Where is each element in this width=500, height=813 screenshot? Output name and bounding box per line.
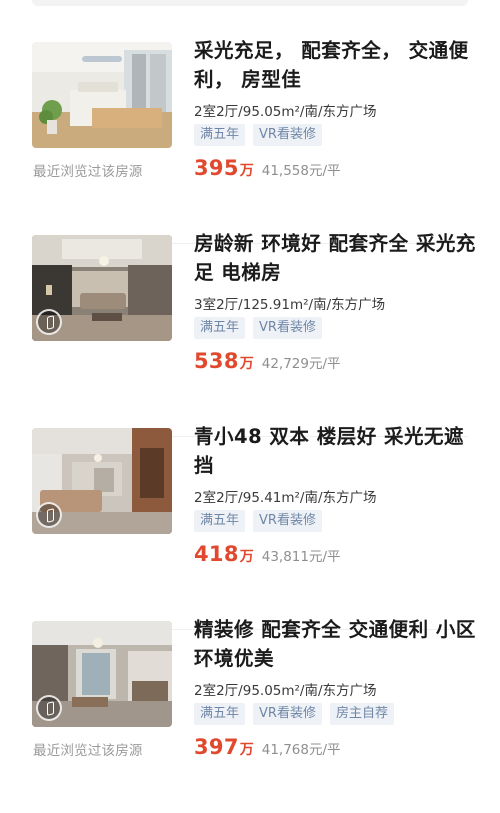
listing-card[interactable]: 房龄新 环境好 配套齐全 采光充足 电梯房 3室2厅/125.91m²/南/东方…: [0, 232, 500, 437]
tag-chip: 满五年: [194, 317, 246, 339]
unit-price: 42,729元/平: [261, 356, 341, 372]
listing-card[interactable]: 青小48 双本 楼层好 采光无遮挡 2室2厅/95.41m²/南/东方广场 满五…: [0, 425, 500, 630]
listing-tags: 满五年 VR看装修 房主自荐: [194, 703, 394, 725]
total-price-unit: 万: [239, 356, 254, 372]
vr-tour-icon[interactable]: [36, 309, 62, 335]
tag-chip: VR看装修: [253, 510, 322, 532]
total-price: 395: [194, 156, 239, 180]
listing-photo[interactable]: [32, 621, 172, 727]
total-price-unit: 万: [239, 742, 254, 758]
listing-tags: 满五年 VR看装修: [194, 317, 322, 339]
listing-tags: 满五年 VR看装修: [194, 510, 322, 532]
price-row: 397 万 41,768元/平: [194, 735, 341, 765]
total-price: 538: [194, 349, 239, 373]
vr-tour-icon[interactable]: [36, 695, 62, 721]
listing-photo[interactable]: [32, 42, 172, 148]
recently-viewed-note: 最近浏览过该房源: [33, 164, 143, 180]
listing-card[interactable]: 最近浏览过该房源 采光充足， 配套齐全， 交通便利， 房型佳 2室2厅/95.0…: [0, 39, 500, 244]
listing-spec: 2室2厅/95.05m²/南/东方广场: [194, 683, 377, 699]
vr-tour-icon[interactable]: [36, 502, 62, 528]
previous-card-edge: [32, 0, 468, 6]
unit-price: 41,768元/平: [261, 742, 341, 758]
tag-chip: VR看装修: [253, 703, 322, 725]
price-row: 395 万 41,558元/平: [194, 156, 341, 186]
tag-chip: 满五年: [194, 510, 246, 532]
listing-photo[interactable]: [32, 428, 172, 534]
listing-spec: 3室2厅/125.91m²/南/东方广场: [194, 297, 386, 313]
price-row: 538 万 42,729元/平: [194, 349, 341, 379]
tag-chip: 满五年: [194, 703, 246, 725]
tag-chip: 房主自荐: [329, 703, 394, 725]
listing-title[interactable]: 房龄新 环境好 配套齐全 采光充足 电梯房: [194, 229, 476, 287]
tag-chip: 满五年: [194, 124, 246, 146]
total-price: 397: [194, 735, 239, 759]
total-price-unit: 万: [239, 163, 254, 179]
recently-viewed-note: 最近浏览过该房源: [33, 743, 143, 759]
listing-spec: 2室2厅/95.05m²/南/东方广场: [194, 104, 377, 120]
unit-price: 43,811元/平: [261, 549, 341, 565]
price-row: 418 万 43,811元/平: [194, 542, 341, 572]
listing-title[interactable]: 青小48 双本 楼层好 采光无遮挡: [194, 422, 476, 480]
total-price-unit: 万: [239, 549, 254, 565]
listing-photo[interactable]: [32, 235, 172, 341]
listing-tags: 满五年 VR看装修: [194, 124, 322, 146]
listing-title[interactable]: 采光充足， 配套齐全， 交通便利， 房型佳: [194, 36, 476, 94]
unit-price: 41,558元/平: [261, 163, 341, 179]
listing-card[interactable]: 最近浏览过该房源 精装修 配套齐全 交通便利 小区环境优美 2室2厅/95.05…: [0, 618, 500, 813]
listing-title[interactable]: 精装修 配套齐全 交通便利 小区环境优美: [194, 615, 476, 673]
total-price: 418: [194, 542, 239, 566]
tag-chip: VR看装修: [253, 124, 322, 146]
tag-chip: VR看装修: [253, 317, 322, 339]
listing-spec: 2室2厅/95.41m²/南/东方广场: [194, 490, 377, 506]
